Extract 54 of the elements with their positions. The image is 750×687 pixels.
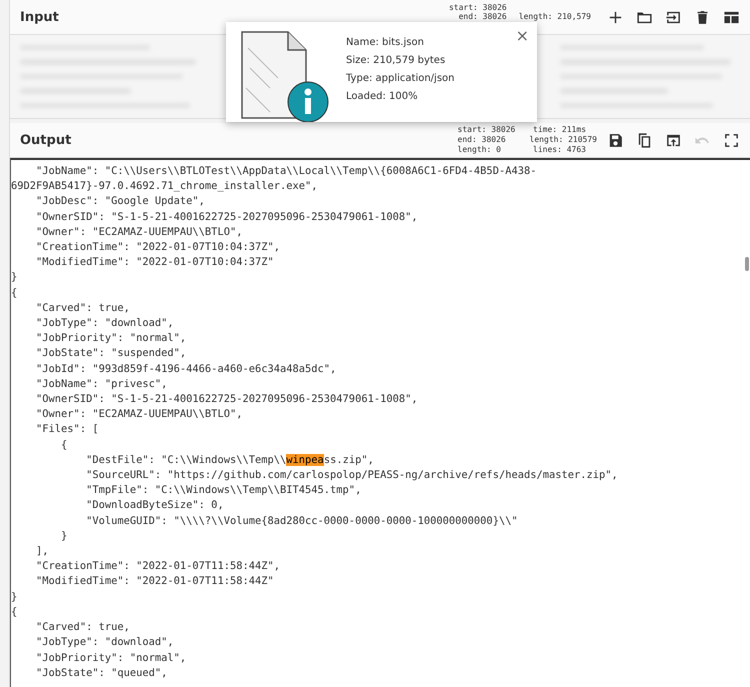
code-line: "Carved": true,	[35, 300, 130, 316]
code-line: "Carved": true,	[35, 620, 130, 636]
code-line: "JobName": "privesc",	[35, 376, 168, 392]
length-stat: length: 210,579	[518, 12, 591, 21]
code-line: "CreationTime": "2022-01-07T11:58:44Z",	[35, 559, 280, 574]
code-line: "ModifiedTime": "2022-01-07T11:58:44Z"	[35, 574, 274, 590]
code-line: "OwnerSID": "S-1-5-21-4001622725-2027095096-2530479061-1008",	[35, 392, 418, 408]
close-button[interactable]: ×	[516, 28, 529, 44]
save-icon[interactable]	[607, 132, 624, 148]
code-line: "JobType": "download",	[35, 316, 174, 332]
output-stat: end: 38026	[458, 135, 507, 145]
input-title: Input	[20, 10, 60, 24]
output-title: Output	[20, 132, 72, 148]
code-line: "OwnerSID": "S-1-5-21-4001622725-2027095096-2530479061-1008",	[35, 210, 418, 225]
code-line: "CreationTime": "2022-01-07T10:04:37Z",	[35, 240, 280, 256]
code-line: "SourceURL": "https://github.com/carlospolop/PEASS-ng/archive/refs/heads/master.zip",	[85, 468, 618, 484]
code-line: "JobName": "C:\\Users\\BTLOTest\\AppData\\Local\\Temp\\{6008A6C1-6FD4-4B5D-A438-	[35, 164, 536, 179]
code-line: "JobDesc": "Google Update",	[35, 194, 205, 210]
code-line: {	[11, 286, 18, 301]
code-line: }	[11, 590, 18, 605]
output-stat: length: 210579	[530, 135, 597, 145]
code-line: "VolumeGUID": "\\\\?\\Volume{8ad280cc-0000-0000-0000-100000000000}\\"	[85, 514, 518, 529]
scrollbar-thumb[interactable]	[745, 257, 749, 271]
code-line: 69D2F9AB5417}-97.0.4692.71_chrome_installer.exe",	[11, 179, 318, 194]
code-line: "JobId": "993d859f-4196-4466-a460-e6c34a48a5dc",	[35, 362, 336, 377]
output-stat: length: 0	[458, 145, 502, 155]
code-line: "JobType": "download",	[35, 635, 174, 650]
code-line: "DownloadByteSize": 0,	[85, 498, 224, 514]
file-name: Name: bits.json	[346, 37, 425, 48]
output-stat: lines: 4763	[533, 145, 587, 155]
output-stat: start: 38026	[458, 125, 516, 135]
code-line: "JobState": "suspended",	[35, 346, 186, 362]
file-size: Size: 210,579 bytes	[346, 55, 446, 66]
code-line: }	[60, 528, 68, 544]
file-type: Type: application/json	[346, 73, 454, 84]
code-line: "Files": [	[35, 422, 99, 438]
start-stat: start: 38026	[448, 3, 507, 12]
code-line: ],	[35, 544, 49, 560]
fullscreen-icon[interactable]	[723, 132, 740, 148]
code-line: "DestFile": "C:\\Windows\\Temp\\winpeass.zip",	[85, 452, 374, 468]
code-line: "JobPriority": "normal",	[35, 650, 186, 666]
code-line: "Owner": "EC2AMAZ-UUEMPAU\\BTLO",	[35, 407, 242, 422]
code-line: "JobState": "queued",	[35, 666, 168, 681]
file-loaded: Loaded: 100%	[346, 91, 419, 102]
code-line: {	[60, 438, 68, 453]
copy-icon[interactable]	[636, 132, 653, 148]
code-line: "TmpFile": "C:\\Windows\\Temp\\BIT4545.tmp",	[85, 483, 362, 498]
code-line: }	[11, 270, 18, 286]
end-stat: end: 38026	[458, 12, 507, 21]
output-stat: time: 211ms	[533, 125, 588, 135]
code-line: {	[11, 604, 18, 620]
code-line: "ModifiedTime": "2022-01-07T10:04:37Z"	[35, 255, 274, 270]
code-line: "Owner": "EC2AMAZ-UUEMPAU\\BTLO",	[35, 224, 242, 240]
code-line: "JobPriority": "normal",	[35, 331, 186, 346]
